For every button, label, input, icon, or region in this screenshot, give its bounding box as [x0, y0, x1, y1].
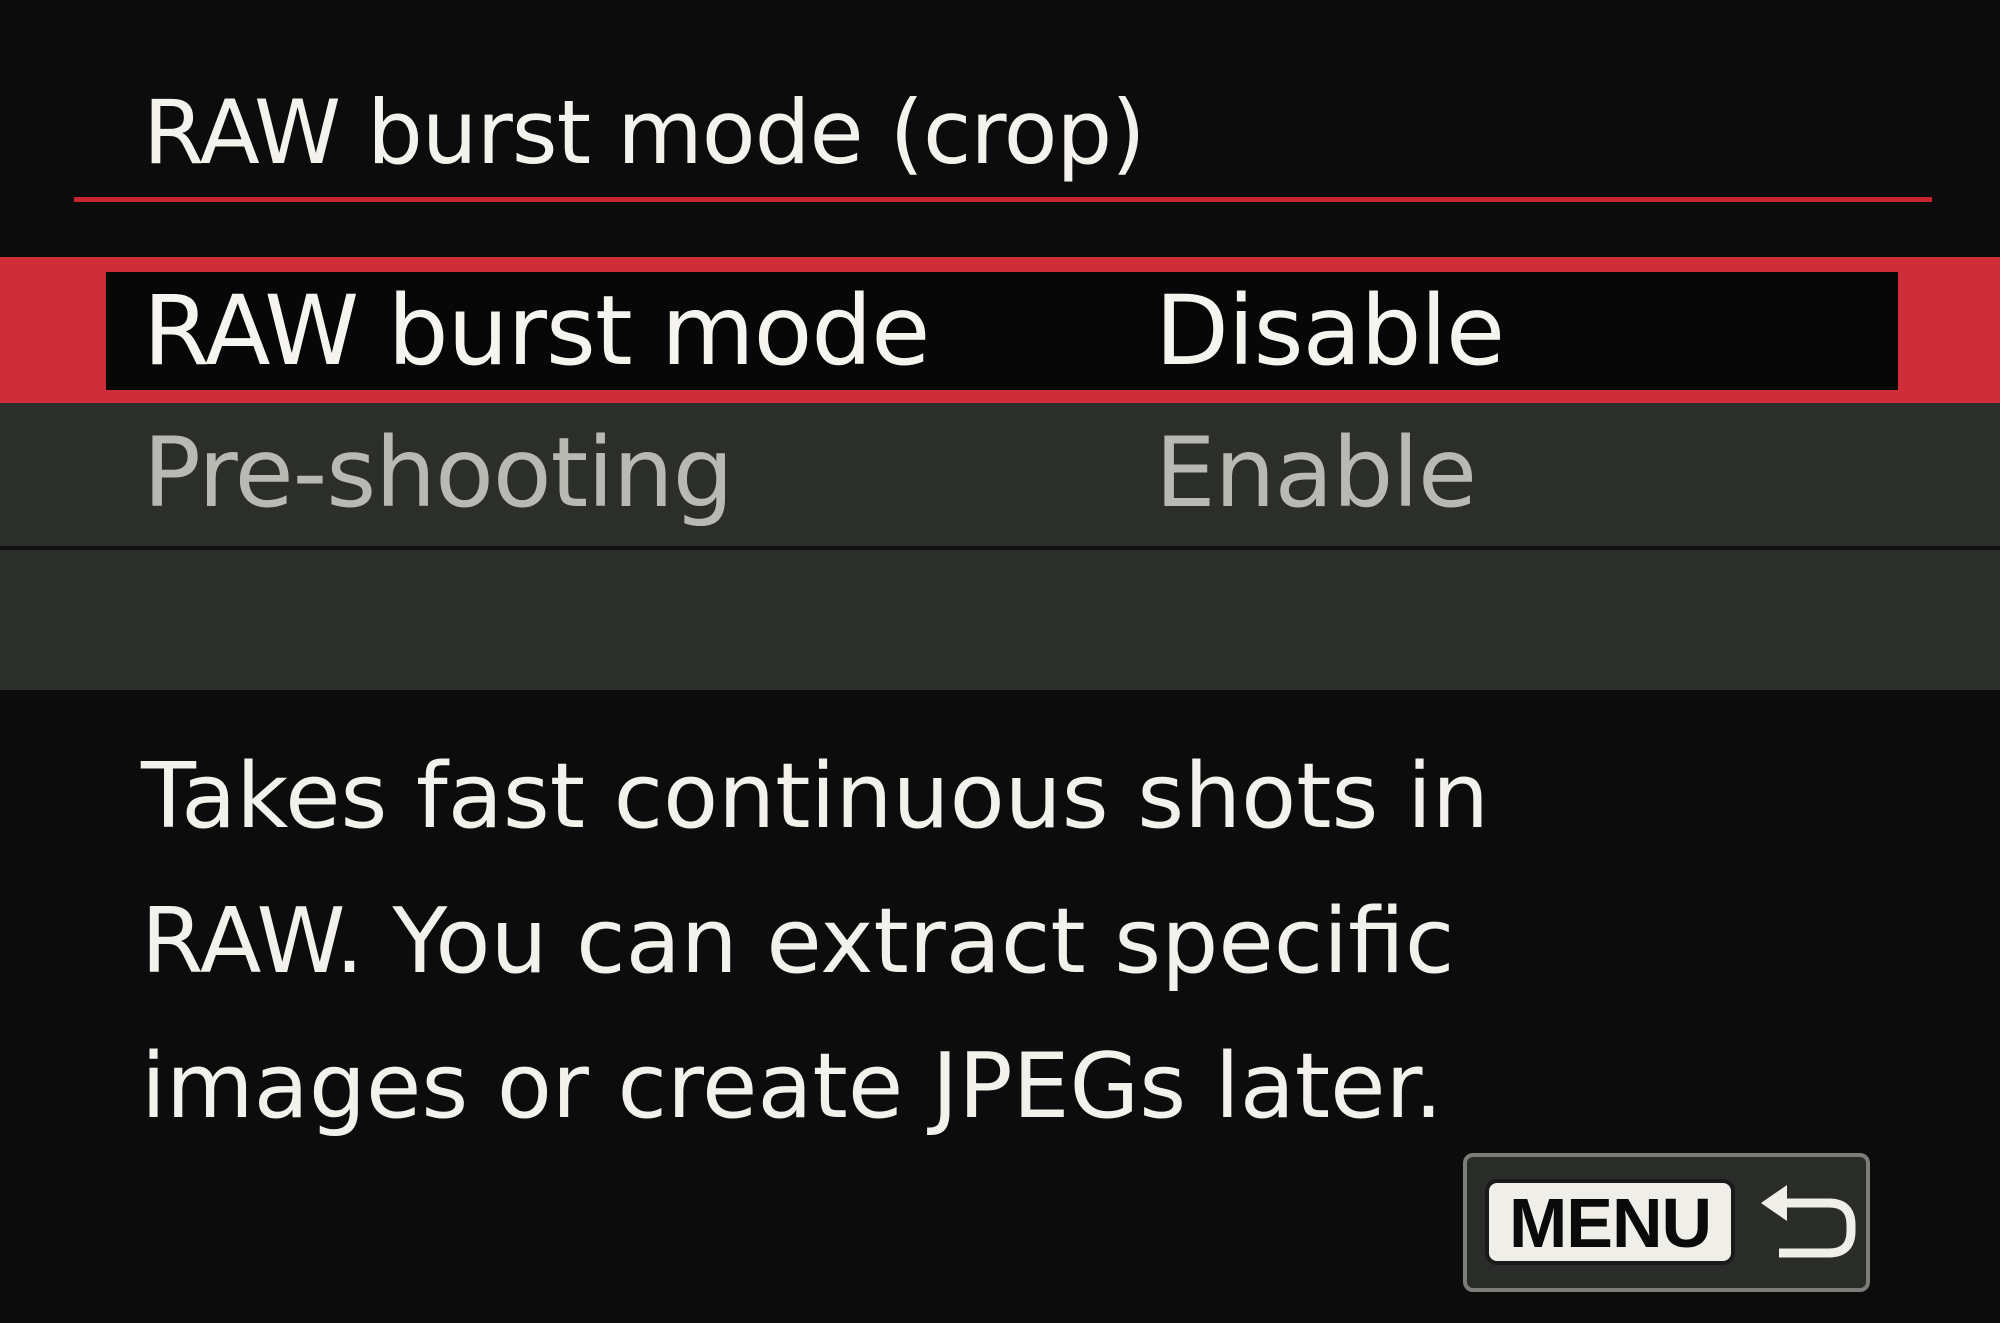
title-divider	[74, 197, 1932, 202]
camera-menu-screen: RAW burst mode (crop) RAW burst mode Dis…	[0, 0, 2000, 1323]
empty-menu-row	[0, 550, 2000, 690]
page-title: RAW burst mode (crop)	[143, 81, 1146, 184]
menu-item-label: Pre-shooting	[143, 417, 734, 529]
help-description: Takes fast continuous shots in RAW. You …	[141, 724, 1841, 1159]
menu-back-button[interactable]: MENU	[1463, 1153, 1870, 1292]
menu-key-label: MENU	[1485, 1179, 1735, 1265]
menu-item-label: RAW burst mode	[143, 275, 930, 387]
help-line: RAW. You can extract specific	[141, 889, 1455, 994]
menu-item-value: Disable	[1155, 275, 1505, 387]
help-line: Takes fast continuous shots in	[141, 744, 1490, 849]
help-line: images or create JPEGs later.	[141, 1034, 1443, 1139]
menu-item-value: Enable	[1155, 417, 1477, 529]
return-arrow-icon	[1761, 1185, 1856, 1258]
